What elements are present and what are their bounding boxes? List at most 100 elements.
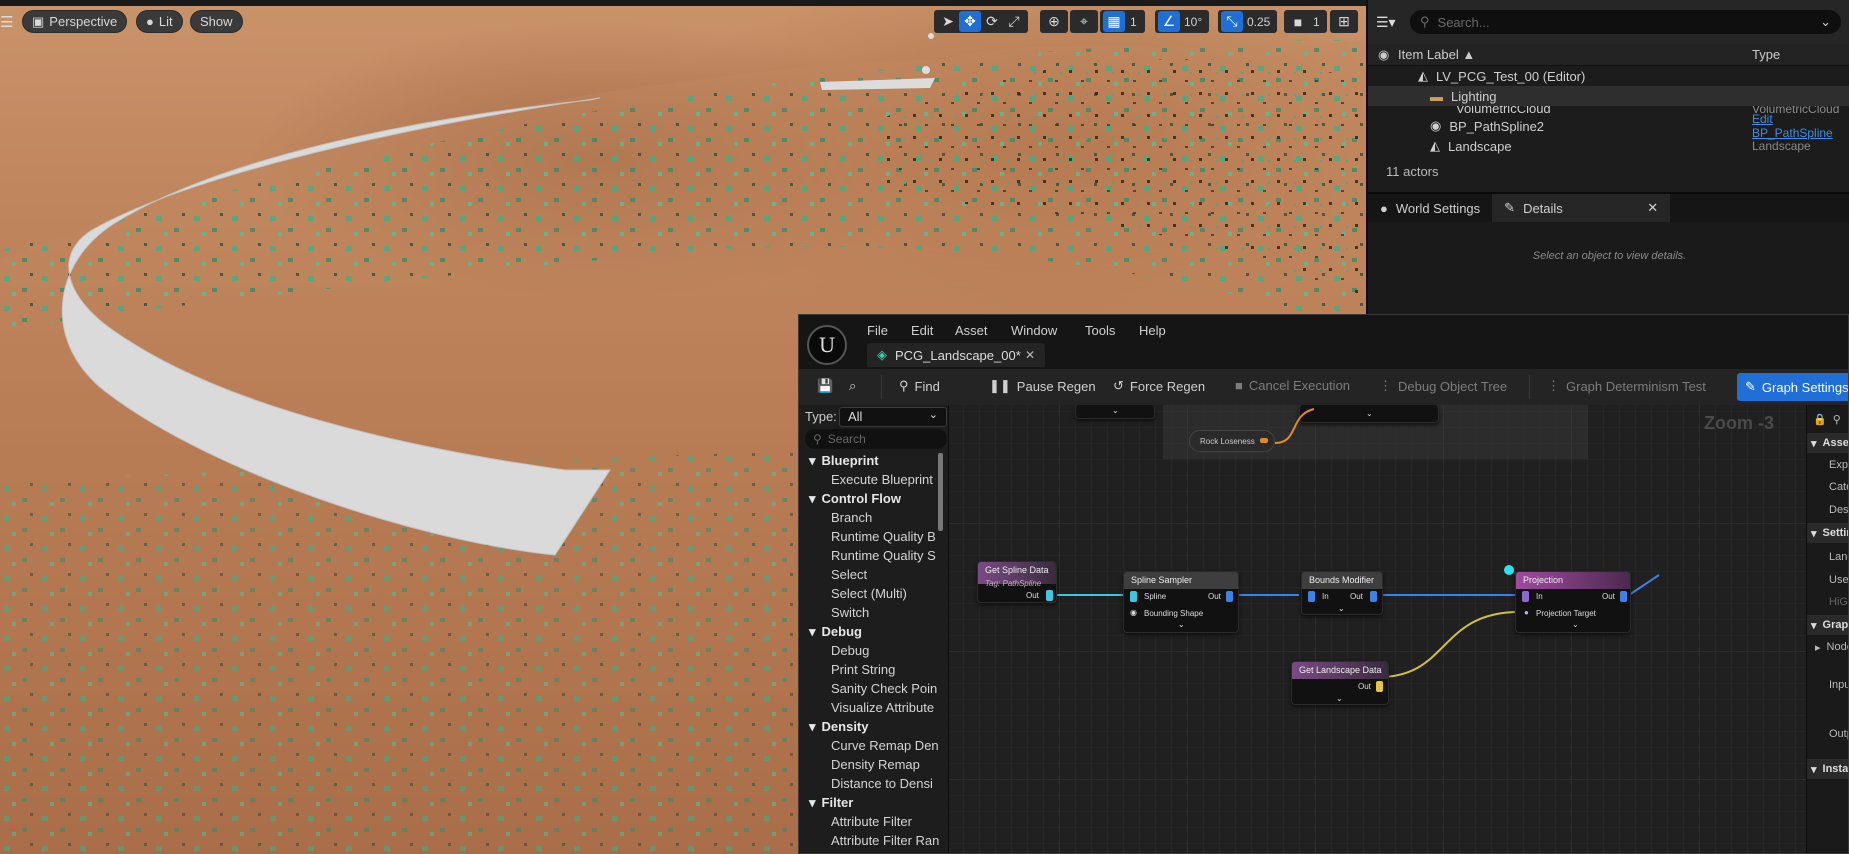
search-icon[interactable]: ⚲	[1833, 413, 1841, 426]
chevron-down-icon[interactable]: ⌄	[1178, 620, 1185, 629]
palette-item[interactable]: Runtime Quality B	[799, 527, 939, 546]
output-pin[interactable]	[1226, 591, 1233, 602]
cube-icon: ▣	[32, 13, 45, 29]
palette-category[interactable]: ▾ Control Flow	[799, 489, 939, 508]
col-type[interactable]: Type	[1752, 47, 1780, 62]
category-asset-info[interactable]: ▾ Asset Info	[1807, 433, 1848, 453]
menu-file[interactable]: File	[867, 323, 888, 338]
palette-item[interactable]: Runtime Quality S	[799, 546, 939, 565]
rotation-snap-control[interactable]: ∠ 10°	[1155, 10, 1210, 33]
visibility-eye-icon[interactable]: ◉	[1368, 47, 1398, 63]
palette-scrollbar[interactable]	[938, 453, 943, 531]
cancel-execution-button[interactable]: ■ Cancel Execution	[1235, 378, 1350, 393]
pcg-graph-editor-window: U File Edit Asset Window Tools Help ◈ PC…	[798, 314, 1849, 854]
lock-icon[interactable]: 🔒	[1813, 413, 1827, 426]
lit-button[interactable]: ● Lit	[136, 10, 183, 33]
show-button[interactable]: Show	[190, 10, 243, 33]
palette-category[interactable]: ▾ Debug	[799, 622, 939, 641]
chevron-down-icon[interactable]: ⌄	[1336, 694, 1343, 703]
camera-speed-control[interactable]: ■ 1	[1284, 10, 1327, 33]
browse-icon[interactable]: ⌕	[849, 378, 856, 394]
output-pin[interactable]	[1620, 591, 1627, 602]
palette-item[interactable]: Execute Blueprint	[799, 470, 939, 489]
translate-mode-icon[interactable]: ✥	[959, 11, 981, 32]
menu-tools[interactable]: Tools	[1085, 323, 1115, 338]
debug-object-tree-button[interactable]: ⋮ Debug Object Tree	[1379, 378, 1507, 394]
select-mode-icon[interactable]: ➤	[937, 11, 959, 32]
document-tab[interactable]: ◈ PCG_Landscape_00* ✕	[867, 343, 1045, 367]
world-space-toggle[interactable]: ⊕	[1040, 10, 1068, 33]
menu-window[interactable]: Window	[1011, 323, 1057, 338]
category-graph[interactable]: ▾ Graph	[1807, 615, 1848, 635]
tab-world-settings[interactable]: ● World Settings	[1368, 194, 1492, 222]
search-icon: ⚲	[813, 432, 822, 446]
force-regen-button[interactable]: ↺ Force Regen	[1113, 378, 1205, 394]
pin-label: In	[1536, 592, 1543, 601]
get-spline-data-node[interactable]: Get Spline Data Tag: PathSpline Out	[977, 561, 1057, 603]
col-item-label[interactable]: Item Label ▲	[1398, 47, 1752, 62]
chevron-down-icon[interactable]: ⌄	[1572, 620, 1579, 629]
surface-snap-toggle[interactable]: ⌖	[1070, 10, 1098, 33]
palette-type-select[interactable]: All ⌄	[839, 407, 947, 427]
palette-item[interactable]: Sanity Check Poin	[799, 679, 939, 698]
graph-settings-button[interactable]: ✎ Graph Settings	[1737, 373, 1848, 401]
rotate-mode-icon[interactable]: ⟳	[981, 11, 1003, 32]
palette-item[interactable]: Attribute Filter Ran	[799, 831, 939, 850]
menu-edit[interactable]: Edit	[911, 323, 933, 338]
graph-determinism-button[interactable]: ⋮ Graph Determinism Test	[1547, 378, 1706, 394]
category-settings[interactable]: ▾ Settings	[1807, 523, 1848, 543]
menu-asset[interactable]: Asset	[955, 323, 988, 338]
palette-item[interactable]: Select (Multi)	[799, 584, 939, 603]
projection-node[interactable]: Projection In Out ● Projection Target ⌄	[1515, 571, 1631, 633]
output-pin[interactable]	[1046, 590, 1053, 601]
spline-sampler-node[interactable]: Spline Sampler Spline Out ◉ Bounding Sha…	[1123, 571, 1239, 633]
filter-icon[interactable]: ☰▾	[1376, 14, 1404, 31]
palette-category[interactable]: ▾ Filter	[799, 793, 939, 812]
get-landscape-data-node[interactable]: Get Landscape Data Out ⌄	[1291, 661, 1389, 705]
palette-search-input[interactable]: ⚲ Search	[805, 429, 947, 449]
graph-canvas[interactable]: Zoom -3 ⌄ ⌄ Rock Loseness Get Spline Dat…	[949, 405, 1806, 853]
chevron-down-icon[interactable]: ⌄	[1820, 14, 1831, 30]
palette-category[interactable]: ▾ Density	[799, 717, 939, 736]
category-instance[interactable]: ▾ Instance	[1807, 759, 1848, 779]
tab-details[interactable]: ✎ Details ✕	[1492, 194, 1671, 222]
outliner-search-input[interactable]: ⚲ Search... ⌄	[1410, 10, 1841, 34]
outliner-row[interactable]: ◭ LV_PCG_Test_00 (Editor)	[1368, 66, 1849, 86]
palette-item[interactable]: Switch	[799, 603, 939, 622]
close-icon[interactable]: ✕	[1647, 200, 1658, 216]
input-pin[interactable]	[1522, 591, 1529, 602]
bounds-modifier-node[interactable]: Bounds Modifier In Out ⌄	[1301, 571, 1383, 615]
palette-item[interactable]: Density Remap	[799, 755, 939, 774]
nodes-row[interactable]: ▸ Nodes	[1807, 637, 1848, 657]
perspective-button[interactable]: ▣ Perspective	[22, 10, 128, 33]
save-icon[interactable]: 💾	[817, 378, 833, 394]
scale-snap-control[interactable]: ⤡ 0.25	[1218, 10, 1278, 33]
input-pin[interactable]	[1308, 591, 1315, 602]
grid-snap-control[interactable]: ▦ 1	[1100, 10, 1145, 33]
palette-item[interactable]: Distance to Densi	[799, 774, 939, 793]
palette-item[interactable]: Print String	[799, 660, 939, 679]
input-pin[interactable]	[1130, 591, 1137, 602]
menu-help[interactable]: Help	[1139, 323, 1166, 338]
palette-item[interactable]: Curve Remap Den	[799, 736, 939, 755]
palette-item[interactable]: Debug	[799, 641, 939, 660]
palette-item[interactable]: Select	[799, 565, 939, 584]
outliner-row[interactable]: ▬ Lighting	[1368, 86, 1849, 106]
output-pin[interactable]	[1376, 681, 1383, 692]
outliner-row[interactable]: ◭ Landscape Landscape	[1368, 136, 1849, 156]
palette-item[interactable]: Attribute Filter	[799, 812, 939, 831]
close-tab-icon[interactable]: ✕	[1025, 348, 1035, 362]
outliner-row[interactable]: ◉ BP_PathSpline2 Edit BP_PathSpline	[1368, 112, 1849, 140]
output-pin[interactable]	[1370, 591, 1377, 602]
bounding-shape-pin-icon[interactable]: ◉	[1130, 608, 1137, 617]
pause-regen-button[interactable]: ❚❚ Pause Regen	[989, 378, 1096, 394]
palette-item[interactable]: Branch	[799, 508, 939, 527]
viewport-layout-button[interactable]: ⊞	[1330, 10, 1358, 33]
find-button[interactable]: ⚲ Find	[899, 378, 940, 394]
chevron-down-icon[interactable]: ⌄	[1338, 604, 1345, 613]
projection-target-pin-icon[interactable]: ●	[1524, 608, 1529, 617]
scale-mode-icon[interactable]: ⤢	[1003, 11, 1025, 32]
viewport-menu-icon[interactable]: ☰	[0, 13, 13, 31]
palette-category[interactable]: ▾ Blueprint	[799, 451, 939, 470]
palette-item[interactable]: Visualize Attribute	[799, 698, 939, 717]
